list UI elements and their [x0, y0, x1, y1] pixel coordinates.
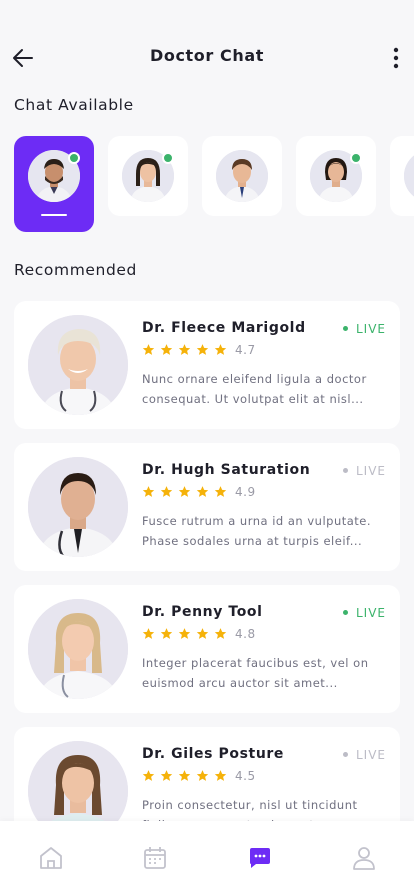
star-icon — [142, 486, 155, 497]
rating-value: 4.9 — [235, 485, 256, 499]
doctor-description: Fusce rutrum a urna id an vulputate. Pha… — [142, 511, 386, 551]
doctor-avatar — [404, 150, 414, 202]
star-icon — [142, 770, 155, 781]
description-line: Phase sodales urna at turpis eleif... — [142, 534, 363, 548]
doctor-name: Dr. Fleece Marigold — [142, 320, 306, 336]
star-icon — [160, 344, 173, 355]
star-icon — [196, 770, 209, 781]
rating-stars: 4.8 — [142, 627, 256, 643]
section-title-chat-available: Chat Available — [14, 96, 134, 114]
chat-available-item[interactable] — [296, 136, 376, 216]
calendar-icon[interactable] — [142, 845, 168, 871]
rating-stars: 4.7 — [142, 343, 256, 359]
live-status: LIVE — [342, 322, 386, 336]
chat-available-item[interactable] — [108, 136, 188, 216]
page-title: Doctor Chat — [149, 46, 265, 65]
description-line: consequat. Ut volutpat elit at nisl... — [142, 392, 364, 406]
star-icon — [178, 486, 191, 497]
chat-available-item[interactable] — [202, 136, 282, 216]
live-dot — [342, 752, 348, 757]
star-icon — [196, 344, 209, 355]
description-line: Integer placerat faucibus est, vel on — [142, 656, 369, 670]
online-status-dot — [162, 152, 174, 164]
chat-icon[interactable] — [247, 845, 273, 871]
live-dot — [342, 468, 348, 473]
star-icon — [196, 628, 209, 639]
star-icon — [214, 770, 227, 781]
live-status: LIVE — [342, 464, 386, 478]
rating-value: 4.8 — [235, 627, 256, 641]
star-icon — [214, 628, 227, 639]
rating-stars: 4.5 — [142, 769, 256, 785]
rating-value: 4.7 — [235, 343, 256, 357]
star-icon — [142, 344, 155, 355]
online-status-dot — [350, 152, 362, 164]
star-icon — [160, 770, 173, 781]
live-dot — [342, 610, 348, 615]
live-dot — [342, 326, 348, 331]
rating-stars: 4.9 — [142, 485, 256, 501]
doctor-name: Dr. Hugh Saturation — [142, 462, 311, 478]
star-icon — [178, 770, 191, 781]
chat-available-list — [14, 136, 414, 232]
star-icon — [160, 628, 173, 639]
active-indicator — [41, 214, 67, 216]
star-icon — [178, 628, 191, 639]
chat-available-item[interactable] — [390, 136, 414, 216]
live-label: LIVE — [355, 322, 386, 336]
online-status-dot — [68, 152, 80, 164]
live-label: LIVE — [355, 748, 386, 762]
doctor-card[interactable]: Dr. Fleece Marigold LIVE 4.7 Nunc ornare… — [14, 301, 400, 429]
star-icon — [214, 344, 227, 355]
star-icon — [142, 628, 155, 639]
live-status: LIVE — [342, 748, 386, 762]
doctor-card[interactable]: Dr. Hugh Saturation LIVE 4.9 Fusce rutru… — [14, 443, 400, 571]
doctor-description: Nunc ornare eleifend ligula a doctor con… — [142, 369, 386, 409]
bottom-tab-bar — [0, 821, 414, 896]
doctor-avatar — [216, 150, 268, 202]
star-icon — [196, 486, 209, 497]
doctor-description: Integer placerat faucibus est, vel on eu… — [142, 653, 386, 693]
description-line: Nunc ornare eleifend ligula a doctor — [142, 372, 367, 386]
star-icon — [178, 344, 191, 355]
profile-icon[interactable] — [351, 845, 377, 871]
star-icon — [160, 486, 173, 497]
star-icon — [214, 486, 227, 497]
live-label: LIVE — [355, 464, 386, 478]
live-label: LIVE — [355, 606, 386, 620]
section-title-recommended: Recommended — [14, 261, 137, 279]
doctor-photo — [28, 457, 128, 557]
chat-available-item[interactable] — [14, 136, 94, 232]
doctor-name: Dr. Penny Tool — [142, 604, 263, 620]
description-line: Fusce rutrum a urna id an vulputate. — [142, 514, 372, 528]
description-line: euismod arcu auctor sit amet... — [142, 676, 338, 690]
live-status: LIVE — [342, 606, 386, 620]
home-icon[interactable] — [38, 845, 64, 871]
doctor-name: Dr. Giles Posture — [142, 746, 284, 762]
doctor-photo — [28, 315, 128, 415]
doctor-photo — [28, 599, 128, 699]
more-options-icon[interactable] — [386, 44, 406, 72]
rating-value: 4.5 — [235, 769, 256, 783]
description-line: Proin consectetur, nisl ut tincidunt — [142, 798, 358, 812]
doctor-card[interactable]: Dr. Penny Tool LIVE 4.8 Integer placerat… — [14, 585, 400, 713]
